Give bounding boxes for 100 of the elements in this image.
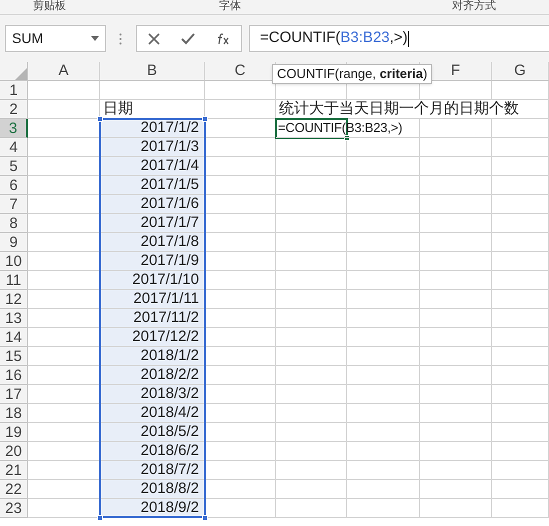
table-cell[interactable]: 2017/1/5	[100, 176, 205, 195]
table-cell[interactable]	[347, 499, 420, 518]
table-cell[interactable]	[205, 271, 276, 290]
table-cell[interactable]	[205, 252, 276, 271]
table-cell[interactable]: 2017/1/8	[100, 233, 205, 252]
table-cell[interactable]	[492, 233, 549, 252]
row-header[interactable]: 16	[0, 366, 28, 385]
table-cell[interactable]	[276, 176, 347, 195]
table-cell[interactable]: 2017/11/2	[100, 309, 205, 328]
table-cell[interactable]	[420, 328, 492, 347]
table-cell[interactable]: 2018/2/2	[100, 366, 205, 385]
selection-handle[interactable]	[97, 116, 103, 122]
row-header[interactable]: 22	[0, 480, 28, 499]
row-header[interactable]: 19	[0, 423, 28, 442]
table-cell[interactable]	[492, 404, 549, 423]
row-header[interactable]: 21	[0, 461, 28, 480]
table-cell[interactable]	[276, 195, 347, 214]
table-cell[interactable]	[276, 271, 347, 290]
table-cell[interactable]	[276, 442, 347, 461]
table-cell[interactable]	[492, 442, 549, 461]
row-header[interactable]: 17	[0, 385, 28, 404]
table-cell[interactable]	[492, 195, 549, 214]
table-cell[interactable]	[492, 423, 549, 442]
row-header[interactable]: 5	[0, 157, 28, 176]
table-cell[interactable]	[276, 290, 347, 309]
table-cell[interactable]	[420, 252, 492, 271]
row-header[interactable]: 14	[0, 328, 28, 347]
table-cell[interactable]	[492, 366, 549, 385]
table-cell[interactable]	[205, 461, 276, 480]
cancel-icon[interactable]	[148, 32, 160, 44]
table-cell[interactable]	[205, 366, 276, 385]
table-cell[interactable]	[492, 252, 549, 271]
table-cell[interactable]	[276, 404, 347, 423]
name-box[interactable]: SUM	[5, 25, 106, 52]
row-header[interactable]: 9	[0, 233, 28, 252]
table-cell[interactable]	[205, 309, 276, 328]
table-cell[interactable]	[492, 176, 549, 195]
table-cell[interactable]	[347, 176, 420, 195]
row-header[interactable]: 15	[0, 347, 28, 366]
table-cell[interactable]: 2017/1/3	[100, 138, 205, 157]
table-cell[interactable]	[492, 385, 549, 404]
table-cell[interactable]	[492, 347, 549, 366]
table-cell[interactable]	[276, 233, 347, 252]
table-cell[interactable]	[347, 252, 420, 271]
table-cell[interactable]	[420, 385, 492, 404]
selection-handle[interactable]	[202, 515, 208, 521]
table-cell[interactable]	[347, 461, 420, 480]
table-cell[interactable]: 2017/1/2	[100, 119, 205, 138]
selection-handle[interactable]	[202, 116, 208, 122]
table-cell[interactable]	[205, 157, 276, 176]
row-header[interactable]: 8	[0, 214, 28, 233]
table-cell[interactable]	[492, 271, 549, 290]
table-cell[interactable]	[347, 214, 420, 233]
table-cell[interactable]: 2017/1/11	[100, 290, 205, 309]
table-cell[interactable]: 2018/3/2	[100, 385, 205, 404]
table-cell[interactable]	[420, 404, 492, 423]
table-cell[interactable]	[420, 157, 492, 176]
column-header[interactable]: A	[28, 62, 100, 80]
table-cell[interactable]: 2017/1/10	[100, 271, 205, 290]
table-cell[interactable]: 2018/7/2	[100, 461, 205, 480]
row-header[interactable]: 3	[0, 119, 28, 138]
table-cell[interactable]	[347, 157, 420, 176]
table-cell[interactable]	[420, 271, 492, 290]
row-header[interactable]: 11	[0, 271, 28, 290]
table-cell[interactable]	[347, 195, 420, 214]
table-cell[interactable]	[347, 328, 420, 347]
table-cell[interactable]	[347, 423, 420, 442]
row-header[interactable]: 10	[0, 252, 28, 271]
table-cell[interactable]	[492, 461, 549, 480]
table-cell[interactable]	[420, 461, 492, 480]
table-cell[interactable]	[492, 290, 549, 309]
table-cell[interactable]: 2017/1/4	[100, 157, 205, 176]
table-cell[interactable]	[347, 290, 420, 309]
table-cell[interactable]	[492, 480, 549, 499]
drag-handle-icon[interactable]	[119, 32, 122, 44]
table-cell[interactable]	[492, 81, 549, 100]
table-cell[interactable]	[28, 81, 100, 100]
table-cell[interactable]	[276, 385, 347, 404]
table-cell[interactable]	[205, 176, 276, 195]
table-cell[interactable]	[420, 214, 492, 233]
table-cell[interactable]	[347, 385, 420, 404]
table-cell[interactable]	[420, 347, 492, 366]
formula-input[interactable]: =COUNTIF(B3:B23,>)	[249, 25, 549, 52]
table-cell[interactable]	[276, 461, 347, 480]
row-header[interactable]: 23	[0, 499, 28, 518]
check-icon[interactable]	[180, 32, 195, 44]
row-header[interactable]: 7	[0, 195, 28, 214]
table-cell[interactable]: 2017/12/2	[100, 328, 205, 347]
table-cell[interactable]	[492, 328, 549, 347]
table-cell[interactable]	[100, 81, 205, 100]
table-cell[interactable]	[205, 347, 276, 366]
table-cell[interactable]	[276, 499, 347, 518]
row-header[interactable]: 4	[0, 138, 28, 157]
table-cell[interactable]	[347, 233, 420, 252]
row-header[interactable]: 18	[0, 404, 28, 423]
table-cell[interactable]	[205, 385, 276, 404]
table-cell[interactable]: 2018/6/2	[100, 442, 205, 461]
table-cell[interactable]	[205, 138, 276, 157]
column-header[interactable]: G	[492, 62, 549, 80]
insert-function-icon[interactable]	[216, 32, 230, 44]
